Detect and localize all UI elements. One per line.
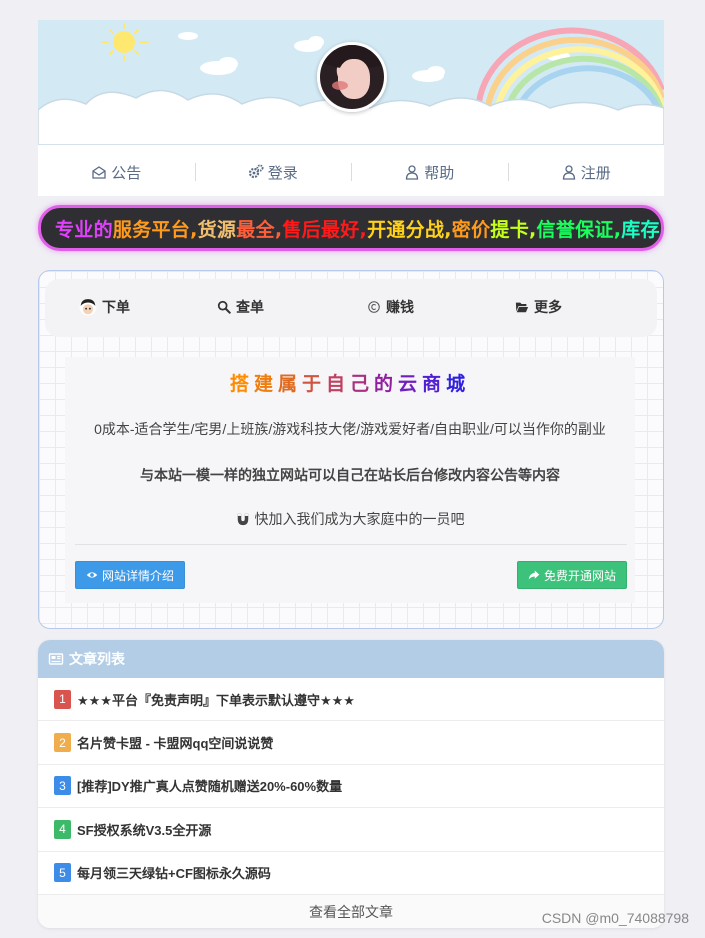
marquee-segment: 密价 — [451, 218, 491, 241]
sun-icon — [101, 23, 149, 61]
tab-more-label: 更多 — [534, 299, 562, 315]
marquee-segment: 货源 — [197, 218, 237, 241]
promo-audience-text: 0成本-适合学生/宅男/上班族/游戏科技大佬/游戏爱好者/自由职业/可以当作你的… — [94, 421, 606, 437]
promo-title-char: 云 — [398, 374, 423, 395]
promo-title-char: 商 — [422, 374, 447, 395]
user-icon — [406, 165, 419, 180]
promo-title-char: 搭 — [229, 374, 254, 395]
marquee-segment: 提卡, — [490, 218, 537, 241]
nav-login[interactable]: 登录 — [194, 162, 352, 183]
article-item[interactable]: 3 [推荐]DY推广真人点赞随机赠送20%-60%数量 — [38, 765, 664, 809]
share-arrow-icon — [528, 570, 540, 580]
user-icon — [562, 165, 575, 180]
tab-order-label: 下单 — [102, 299, 130, 315]
avatar-icon — [79, 298, 97, 316]
promo-title-char: 建 — [253, 374, 278, 395]
article-title: SF授权系统V3.5全开源 — [77, 822, 212, 838]
promo-panel: 搭建属于自己的云商城 0成本-适合学生/宅男/上班族/游戏科技大佬/游戏爱好者/… — [65, 357, 635, 603]
copyright-circle-icon — [368, 301, 380, 313]
marquee-segment: 售后最好, — [282, 218, 368, 241]
site-detail-label: 网站详情介绍 — [102, 568, 175, 583]
banner-illustration — [38, 20, 664, 145]
article-rank-badge: 2 — [54, 733, 71, 753]
folder-open-icon — [515, 302, 529, 313]
marquee-text: 专业的服务平台,货源最全,售后最好,开通分战,密价提卡,信誉保证,库存 — [41, 215, 660, 242]
article-item[interactable]: 5 每月领三天绿钻+CF图标永久源码 — [38, 852, 664, 895]
nav-register[interactable]: 注册 — [507, 162, 665, 183]
main-card: 下单 查单 赚钱 更多 搭建属于自己的云商城 0成本-适合学生/宅男/上班族/游… — [38, 270, 664, 629]
article-item[interactable]: 1 ★★★平台『免责声明』下单表示默认遵守★★★ — [38, 678, 664, 722]
article-list-card: 文章列表 1 ★★★平台『免责声明』下单表示默认遵守★★★ 2 名片赞卡盟 - … — [38, 640, 664, 928]
nav-register-label: 注册 — [580, 164, 611, 182]
open-site-button[interactable]: 免费开通网站 — [516, 561, 627, 589]
article-title: ★★★平台『免责声明』下单表示默认遵守★★★ — [77, 692, 355, 708]
marquee-segment: 库存 — [621, 218, 660, 241]
promo-feature-text: 与本站一模一样的独立网站可以自己在站长后台修改内容公告等内容 — [140, 467, 560, 483]
search-icon — [217, 300, 231, 314]
marquee-segment: 信誉保证, — [536, 218, 622, 241]
nav-notice[interactable]: 公告 — [38, 162, 195, 183]
promo-invite-text: 快加入我们成为大家庭中的一员吧 — [65, 509, 635, 529]
marquee-segment: 最全, — [236, 218, 283, 241]
marquee-segment: 服务平台, — [112, 218, 198, 241]
article-item[interactable]: 4 SF授权系统V3.5全开源 — [38, 808, 664, 852]
article-rank-badge: 5 — [54, 863, 71, 883]
watermark: CSDN @m0_74088798 — [541, 910, 689, 926]
tab-earn[interactable]: 赚钱 — [367, 297, 414, 317]
marquee-segment: 专业的 — [55, 218, 113, 241]
open-site-label: 免费开通网站 — [543, 568, 616, 583]
article-rank-badge: 3 — [54, 776, 71, 796]
article-title: 每月领三天绿钻+CF图标永久源码 — [77, 866, 271, 882]
nav-notice-label: 公告 — [111, 164, 142, 182]
divider — [75, 544, 627, 545]
magnet-icon — [237, 513, 248, 526]
promo-title-char: 于 — [301, 374, 326, 395]
promo-title-char: 城 — [446, 374, 471, 395]
tab-query[interactable]: 查单 — [217, 297, 264, 317]
promo-title: 搭建属于自己的云商城 — [65, 369, 635, 396]
article-rank-badge: 4 — [54, 819, 71, 839]
envelope-open-icon — [92, 166, 106, 179]
gears-icon — [248, 164, 264, 179]
article-title: 名片赞卡盟 - 卡盟网qq空间说说赞 — [77, 736, 274, 752]
promo-title-char: 自 — [325, 374, 350, 395]
eye-icon — [86, 572, 98, 578]
announcement-marquee: 专业的服务平台,货源最全,售后最好,开通分战,密价提卡,信誉保证,库存 — [38, 205, 664, 251]
tab-query-label: 查单 — [236, 299, 264, 315]
promo-title-char: 的 — [374, 374, 399, 395]
article-rank-badge: 1 — [54, 689, 71, 709]
nav-help[interactable]: 帮助 — [351, 162, 508, 183]
tab-more[interactable]: 更多 — [515, 297, 562, 317]
tab-bar: 下单 查单 赚钱 更多 — [45, 279, 657, 337]
article-title: [推荐]DY推广真人点赞随机赠送20%-60%数量 — [77, 779, 343, 795]
top-nav: 公告 登录 帮助 注册 — [38, 148, 664, 196]
site-detail-button[interactable]: 网站详情介绍 — [75, 561, 186, 589]
promo-title-char: 属 — [277, 374, 302, 395]
nav-help-label: 帮助 — [424, 164, 455, 182]
newspaper-icon — [48, 653, 64, 665]
header-card: 公告 登录 帮助 注册 — [38, 20, 664, 196]
avatar — [317, 42, 387, 112]
tab-order[interactable]: 下单 — [79, 297, 130, 317]
marquee-segment: 开通分战, — [367, 218, 452, 241]
nav-login-label: 登录 — [267, 164, 298, 182]
promo-title-char: 己 — [350, 374, 375, 395]
promo-invite-label: 快加入我们成为大家庭中的一员吧 — [254, 511, 465, 527]
article-list-header: 文章列表 — [38, 640, 664, 678]
article-list-title: 文章列表 — [69, 651, 125, 667]
article-item[interactable]: 2 名片赞卡盟 - 卡盟网qq空间说说赞 — [38, 721, 664, 765]
tab-earn-label: 赚钱 — [386, 299, 414, 315]
